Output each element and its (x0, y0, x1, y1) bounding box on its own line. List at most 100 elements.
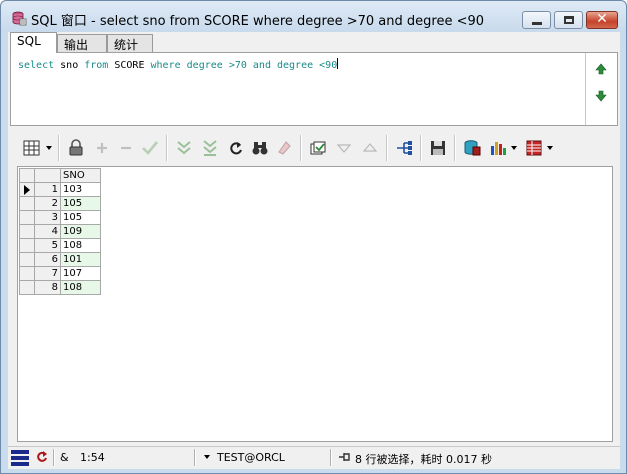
chart-button[interactable] (488, 138, 508, 158)
table-row[interactable]: 7 107 (19, 266, 101, 281)
arrow-up-icon[interactable] (593, 61, 609, 77)
table-row[interactable]: 8 108 (19, 280, 101, 295)
toolbar-separator (166, 135, 168, 161)
row-indicator[interactable] (19, 266, 35, 281)
chevron-down-icon[interactable] (511, 146, 517, 150)
row-number: 6 (34, 252, 61, 267)
lock-icon (69, 139, 83, 156)
previous-record-button[interactable] (360, 138, 380, 158)
grid-corner (34, 168, 61, 183)
cell-sno[interactable]: 101 (60, 252, 101, 267)
sql-keyword: and (252, 60, 271, 71)
cell-sno[interactable]: 108 (60, 280, 101, 295)
row-number: 2 (34, 196, 61, 211)
grid-layout-button[interactable] (22, 138, 42, 158)
save-button[interactable] (428, 138, 448, 158)
minus-icon (121, 146, 131, 150)
grid-body: 1 103 2 105 3 105 4 109 5 108 6 101 7 107 8 108 (19, 182, 101, 295)
database-icon (12, 11, 27, 26)
minimize-button[interactable] (522, 11, 551, 29)
substitution-indicator: & (60, 451, 69, 464)
query-result-message: 8 行被选择，耗时 0.017 秒 (355, 453, 492, 466)
refresh-icon (230, 142, 242, 155)
chevron-down-icon[interactable] (547, 146, 553, 150)
table-icon (526, 140, 542, 156)
bar-chart-icon (491, 142, 506, 155)
text-cursor (337, 58, 339, 69)
toolbar-separator (300, 135, 302, 161)
find-button[interactable] (250, 138, 270, 158)
title-bar[interactable]: SQL 窗口 - select sno from SCORE where deg… (1, 1, 626, 33)
row-number: 3 (34, 210, 61, 225)
window-title: SQL 窗口 - select sno from SCORE where deg… (31, 14, 485, 29)
cell-sno[interactable]: 103 (60, 182, 101, 197)
export-button[interactable] (462, 138, 482, 158)
table-row[interactable]: 6 101 (19, 252, 101, 267)
status-separator (194, 449, 196, 466)
toolbar-separator (420, 135, 422, 161)
cell-sno[interactable]: 107 (60, 266, 101, 281)
row-number: 4 (34, 224, 61, 239)
row-indicator[interactable] (19, 210, 35, 225)
query-by-example-button[interactable] (308, 138, 328, 158)
tab-statistics[interactable]: 统计 (107, 34, 153, 52)
row-number: 8 (34, 280, 61, 295)
row-number: 1 (34, 182, 61, 197)
sql-editor[interactable]: select sno from SCORE where degree >70 a… (14, 56, 584, 122)
editor-divider (585, 53, 586, 125)
result-grid-area[interactable]: SNO 1 103 2 105 3 105 4 109 5 108 6 101 7 107 8 108 (17, 166, 613, 442)
toolbar-separator (454, 135, 456, 161)
current-row-arrow-icon (24, 185, 30, 195)
cursor-position: 1:54 (80, 451, 105, 464)
maximize-button[interactable] (554, 11, 583, 29)
chevron-down-icon[interactable] (46, 146, 52, 150)
fetch-last-button[interactable] (200, 138, 220, 158)
table-row[interactable]: 3 105 (19, 210, 101, 225)
next-record-button[interactable] (334, 138, 354, 158)
cell-sno[interactable]: 105 (60, 196, 101, 211)
tree-view-button[interactable] (394, 138, 414, 158)
triangle-up-icon (362, 143, 378, 152)
maximize-icon (564, 16, 574, 24)
connection-name[interactable]: TEST@ORCL (217, 451, 285, 464)
arrow-down-icon[interactable] (593, 88, 609, 104)
refresh-icon[interactable] (35, 450, 49, 464)
refresh-button[interactable] (226, 138, 246, 158)
row-indicator[interactable] (19, 182, 35, 197)
sql-keyword: select (18, 60, 55, 71)
row-indicator[interactable] (19, 224, 35, 239)
row-indicator[interactable] (19, 252, 35, 267)
row-indicator[interactable] (19, 238, 35, 253)
cell-sno[interactable]: 105 (60, 210, 101, 225)
delete-record-button[interactable] (116, 138, 136, 158)
clear-filter-button[interactable] (274, 138, 294, 158)
tab-sql[interactable]: SQL (10, 32, 57, 53)
stacked-documents-icon (310, 141, 326, 155)
row-indicator[interactable] (19, 196, 35, 211)
column-header-sno[interactable]: SNO (60, 168, 101, 183)
tree-icon (397, 141, 412, 155)
table-row[interactable]: 4 109 (19, 224, 101, 239)
cell-sno[interactable]: 108 (60, 238, 101, 253)
status-bar: & 1:54 TEST@ORCL 8 行被选择，耗时 0.017 秒 (8, 446, 620, 468)
fetch-next-button[interactable] (174, 138, 194, 158)
row-indicator[interactable] (19, 280, 35, 295)
table-row[interactable]: 1 103 (19, 182, 101, 197)
post-changes-button[interactable] (140, 138, 160, 158)
report-button[interactable] (524, 138, 544, 158)
pin-icon (339, 453, 350, 461)
sql-operand: <90 (319, 60, 338, 71)
chevron-down-icon[interactable] (204, 455, 210, 459)
cell-sno[interactable]: 109 (60, 224, 101, 239)
sql-editor-panel: select sno from SCORE where degree >70 a… (10, 52, 618, 126)
table-row[interactable]: 2 105 (19, 196, 101, 211)
grid-header-row: SNO (19, 168, 101, 183)
sql-operand: >70 (228, 60, 247, 71)
lock-button[interactable] (66, 138, 86, 158)
tab-output[interactable]: 输出 (57, 34, 107, 52)
sql-identifier: SCORE (114, 60, 145, 71)
table-row[interactable]: 5 108 (19, 238, 101, 253)
close-button[interactable]: ✕ (586, 11, 618, 29)
row-number: 5 (34, 238, 61, 253)
insert-record-button[interactable] (92, 138, 112, 158)
